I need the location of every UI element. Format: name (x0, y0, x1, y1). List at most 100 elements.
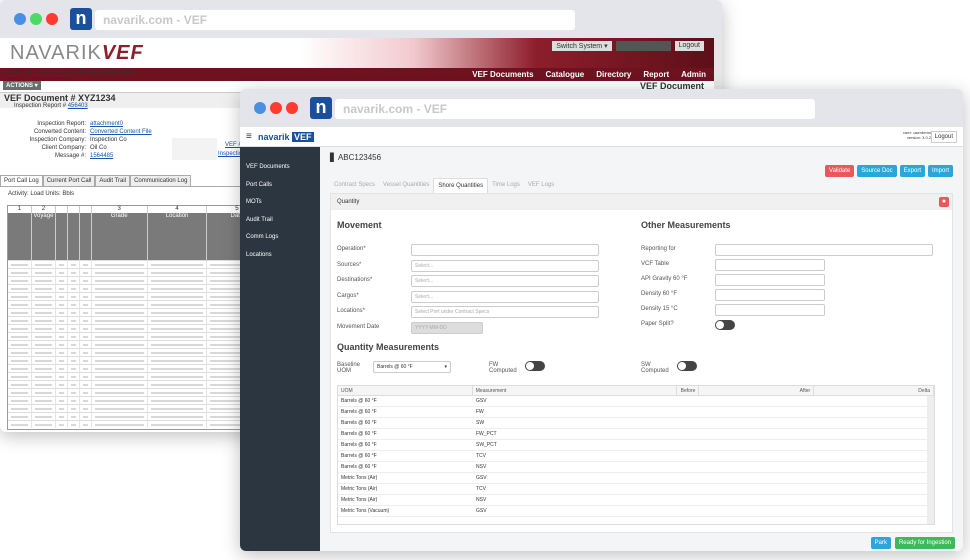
table-cell (148, 301, 208, 308)
address-bar[interactable]: navarik.com - VEF (335, 99, 815, 119)
other-field-input[interactable] (715, 289, 825, 301)
other-field-input[interactable] (715, 304, 825, 316)
navarik-logo-icon: n (310, 97, 332, 119)
grid-body: Barrels @ 60 °F GSV Barrels @ 60 °F FW Barre… (338, 396, 934, 517)
grid-uom-cell: Barrels @ 60 °F (341, 409, 377, 415)
sw-computed-toggle[interactable] (677, 361, 697, 371)
actions-button[interactable]: ACTIONS ▾ (3, 81, 41, 90)
minimize-dot-icon[interactable] (270, 102, 282, 114)
close-dot-icon[interactable] (14, 13, 26, 25)
grid-row[interactable]: Metric Tons (Air) TCV (338, 484, 934, 495)
doc-tabs: Contract Specs Vessel Quantities Shore Qua… (330, 178, 558, 193)
movement-field-label: Movement Date (337, 323, 380, 330)
movement-field-input[interactable]: Select... (411, 290, 599, 303)
maximize-dot-icon[interactable] (46, 13, 58, 25)
source-doc-button[interactable]: Source Doc (857, 165, 897, 177)
nav-report[interactable]: Report (643, 68, 669, 81)
sidebar-item[interactable]: Port Calls (240, 177, 320, 195)
sidebar-item[interactable]: Locations (240, 247, 320, 265)
table-cell (92, 309, 148, 316)
table-cell (148, 421, 208, 428)
table-cell (92, 389, 148, 396)
table-cell (56, 277, 68, 284)
grid-row[interactable]: Barrels @ 60 °F NSV (338, 462, 934, 473)
close-dot-icon[interactable] (254, 102, 266, 114)
grid-row[interactable]: Metric Tons (Vacuum) GSV (338, 506, 934, 517)
table-cell (80, 421, 92, 428)
tab-shore-quantities[interactable]: Shore Quantities (433, 178, 489, 193)
logout-button[interactable]: Logout (930, 131, 957, 143)
switch-system-dropdown[interactable]: Switch System ▾ (552, 41, 612, 51)
export-button[interactable]: Export (899, 165, 925, 177)
minimize-dot-icon[interactable] (30, 13, 42, 25)
address-bar[interactable]: navarik.com - VEF (95, 10, 575, 30)
tab-vessel-quantities[interactable]: Vessel Quantities (379, 178, 433, 193)
field-link[interactable]: 1564485 (90, 153, 113, 159)
tab-current-port-call[interactable]: Current Port Call (42, 175, 96, 186)
grid-row[interactable]: Barrels @ 60 °F TCV (338, 451, 934, 462)
grid-scrollbar[interactable] (927, 396, 934, 524)
table-cell (32, 317, 56, 324)
tab-vef-logs[interactable]: VEF Logs (524, 178, 558, 193)
nav-vef-documents[interactable]: VEF Documents (472, 68, 533, 81)
tab-contract-specs[interactable]: Contract Specs (330, 178, 379, 193)
inspection-report-link[interactable]: 456403 (68, 103, 88, 109)
field-link[interactable]: attachment0 (90, 121, 123, 127)
hamburger-menu-icon[interactable]: ≡ (246, 131, 252, 142)
import-button[interactable]: Import (927, 165, 953, 177)
table-number-cell: 1 (8, 206, 32, 213)
nav-catalogue[interactable]: Catalogue (546, 68, 585, 81)
table-cell (92, 293, 148, 300)
other-field-label: Density 60 °F (641, 291, 678, 297)
nav-admin[interactable]: Admin (681, 68, 706, 81)
table-cell (56, 405, 68, 412)
grid-row[interactable]: Barrels @ 60 °F FW (338, 407, 934, 418)
other-field-input[interactable] (715, 244, 933, 256)
table-header-cell (79, 213, 92, 260)
paper-split-toggle[interactable] (715, 320, 735, 330)
other-field-label: Paper Split? (641, 321, 674, 327)
movement-field-input[interactable] (411, 244, 599, 256)
nav-directory[interactable]: Directory (596, 68, 631, 81)
other-field-input[interactable] (715, 274, 825, 286)
breadcrumb-vef-documents[interactable]: VEF Documents (27, 70, 71, 76)
table-cell (8, 325, 32, 332)
movement-field-input[interactable]: Select... (411, 275, 599, 287)
table-cell (148, 349, 208, 356)
tab-port-call-log[interactable]: Port Call Log (0, 175, 43, 186)
sidebar-item[interactable]: MOTs (240, 194, 320, 212)
park-button[interactable]: Park (870, 537, 891, 549)
remove-icon[interactable]: ● (939, 197, 949, 207)
other-field-input[interactable] (715, 259, 825, 271)
grid-row[interactable]: Barrels @ 60 °F GSV (338, 396, 934, 407)
browser-chrome: n navarik.com - VEF (0, 0, 722, 38)
legacy-logout-button[interactable]: Logout (674, 41, 704, 51)
table-cell (56, 349, 68, 356)
baseline-uom-select[interactable]: Barrels @ 60 °F ▾ (373, 361, 451, 373)
movement-field-input[interactable]: YYYY-MM-DD (411, 321, 483, 334)
ready-for-ingestion-button[interactable]: Ready for Ingestion (894, 537, 955, 549)
grid-row[interactable]: Barrels @ 60 °F SW (338, 418, 934, 429)
tab-time-logs[interactable]: Time Logs (488, 178, 524, 193)
grid-row[interactable]: Metric Tons (Air) NSV (338, 495, 934, 506)
sidebar-item[interactable]: VEF Documents (240, 159, 320, 177)
tab-audit-trail[interactable]: Audit Trail (95, 175, 131, 186)
grid-row[interactable]: Barrels @ 60 °F SW_PCT (338, 440, 934, 451)
maximize-dot-icon[interactable] (286, 102, 298, 114)
table-cell (68, 269, 80, 276)
legacy-brand: NAVARIKVEF (10, 42, 144, 64)
sidebar-item[interactable]: Audit Trail (240, 212, 320, 230)
validate-button[interactable]: Validate (825, 165, 855, 177)
movement-field-input[interactable]: Select... (411, 259, 599, 272)
fw-computed-toggle[interactable] (525, 361, 545, 371)
tab-communication-log[interactable]: Communication Log (130, 175, 192, 186)
field-link[interactable]: Converted Content File (90, 129, 152, 135)
grid-row[interactable]: Barrels @ 60 °F FW_PCT (338, 429, 934, 440)
grid-row[interactable]: Metric Tons (Air) GSV (338, 473, 934, 484)
grid-measurement-cell: GSV (476, 508, 487, 514)
sidebar-item[interactable]: Comm Logs (240, 229, 320, 247)
breadcrumb-home[interactable]: Home (4, 70, 20, 76)
table-cell (8, 301, 32, 308)
movement-field-input[interactable]: Select Port under Contract Specs (411, 306, 599, 318)
side-link-inspection[interactable]: Inspectio (218, 151, 242, 157)
